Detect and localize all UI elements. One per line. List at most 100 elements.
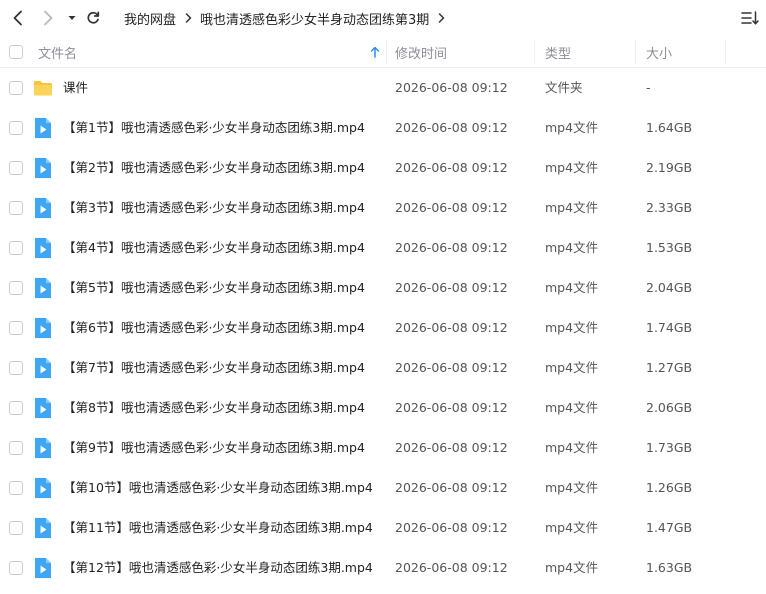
column-header-modified[interactable]: 修改时间: [395, 36, 447, 68]
list-mode-icon[interactable]: [740, 8, 760, 28]
file-modified: 2026-06-08 09:12: [395, 120, 508, 135]
row-checkbox[interactable]: [9, 281, 23, 295]
file-name[interactable]: 【第8节】哦也清透感色彩·少女半身动态团练3期.mp4: [63, 388, 365, 428]
chevron-right-icon: [185, 13, 192, 23]
file-row[interactable]: 【第3节】哦也清透感色彩·少女半身动态团练3期.mp4 2026-06-08 0…: [0, 188, 766, 228]
file-name[interactable]: 【第7节】哦也清透感色彩·少女半身动态团练3期.mp4: [63, 348, 365, 388]
row-checkbox[interactable]: [9, 441, 23, 455]
file-row[interactable]: 课件 2026-06-08 09:12 文件夹 -: [0, 68, 766, 108]
file-size: 1.27GB: [646, 360, 693, 375]
file-row[interactable]: 【第10节】哦也清透感色彩·少女半身动态团练3期.mp4 2026-06-08 …: [0, 468, 766, 508]
column-divider[interactable]: [635, 40, 636, 64]
sort-ascending-icon[interactable]: [370, 46, 380, 62]
file-row[interactable]: 【第12节】哦也清透感色彩·少女半身动态团练3期.mp4 2026-06-08 …: [0, 548, 766, 588]
file-type: mp4文件: [545, 560, 599, 575]
file-modified: 2026-06-08 09:12: [395, 240, 508, 255]
file-row[interactable]: 【第1节】哦也清透感色彩·少女半身动态团练3期.mp4 2026-06-08 0…: [0, 108, 766, 148]
file-type: mp4文件: [545, 480, 599, 495]
column-header-type[interactable]: 类型: [545, 36, 571, 68]
file-modified: 2026-06-08 09:12: [395, 80, 508, 95]
file-size: 1.63GB: [646, 560, 693, 575]
column-header-name[interactable]: 文件名: [38, 36, 384, 68]
file-name[interactable]: 【第2节】哦也清透感色彩·少女半身动态团练3期.mp4: [63, 148, 365, 188]
file-modified: 2026-06-08 09:12: [395, 280, 508, 295]
column-header-type-label: 类型: [545, 46, 572, 62]
file-name[interactable]: 【第10节】哦也清透感色彩·少女半身动态团练3期.mp4: [63, 468, 373, 508]
row-checkbox[interactable]: [9, 561, 23, 575]
file-row[interactable]: 【第11节】哦也清透感色彩·少女半身动态团练3期.mp4 2026-06-08 …: [0, 508, 766, 548]
column-divider[interactable]: [534, 40, 535, 64]
file-modified: 2026-06-08 09:12: [395, 520, 508, 535]
file-size: 1.47GB: [646, 520, 693, 535]
row-checkbox[interactable]: [9, 401, 23, 415]
file-name[interactable]: 【第9节】哦也清透感色彩·少女半身动态团练3期.mp4: [63, 428, 365, 468]
file-row[interactable]: 【第4节】哦也清透感色彩·少女半身动态团练3期.mp4 2026-06-08 0…: [0, 228, 766, 268]
row-checkbox[interactable]: [9, 241, 23, 255]
video-file-icon: [33, 157, 53, 179]
row-checkbox[interactable]: [9, 321, 23, 335]
refresh-icon[interactable]: [83, 8, 103, 28]
column-header-size-label: 大小: [646, 46, 673, 62]
file-list-header: 文件名 修改时间 类型 大小: [0, 36, 766, 68]
file-size: -: [646, 80, 651, 95]
file-name[interactable]: 【第6节】哦也清透感色彩·少女半身动态团练3期.mp4: [63, 308, 365, 348]
row-checkbox[interactable]: [9, 81, 23, 95]
row-checkbox[interactable]: [9, 161, 23, 175]
file-size: 2.19GB: [646, 160, 693, 175]
select-all-checkbox[interactable]: [9, 36, 23, 68]
video-file-icon: [33, 397, 53, 419]
file-row[interactable]: 【第2节】哦也清透感色彩·少女半身动态团练3期.mp4 2026-06-08 0…: [0, 148, 766, 188]
file-size: 2.04GB: [646, 280, 693, 295]
file-size: 1.26GB: [646, 480, 693, 495]
row-checkbox[interactable]: [9, 481, 23, 495]
breadcrumb: 我的网盘 哦也清透感色彩少女半身动态团练第3期: [124, 9, 453, 28]
row-checkbox[interactable]: [9, 121, 23, 135]
file-type: mp4文件: [545, 120, 599, 135]
forward-arrow-icon[interactable]: [38, 8, 58, 28]
file-type: mp4文件: [545, 360, 599, 375]
file-size: 1.53GB: [646, 240, 693, 255]
file-name[interactable]: 【第3节】哦也清透感色彩·少女半身动态团练3期.mp4: [63, 188, 365, 228]
chevron-down-icon[interactable]: [62, 8, 82, 28]
file-type: mp4文件: [545, 200, 599, 215]
top-navigation-bar: 我的网盘 哦也清透感色彩少女半身动态团练第3期: [0, 0, 766, 36]
file-type: mp4文件: [545, 320, 599, 335]
row-checkbox[interactable]: [9, 201, 23, 215]
video-file-icon: [33, 117, 53, 139]
file-row[interactable]: 【第7节】哦也清透感色彩·少女半身动态团练3期.mp4 2026-06-08 0…: [0, 348, 766, 388]
video-file-icon: [33, 277, 53, 299]
row-checkbox[interactable]: [9, 521, 23, 535]
column-header-size[interactable]: 大小: [646, 36, 672, 68]
back-arrow-icon[interactable]: [8, 8, 28, 28]
video-file-icon: [33, 197, 53, 219]
file-type: mp4文件: [545, 280, 599, 295]
file-modified: 2026-06-08 09:12: [395, 320, 508, 335]
file-type: mp4文件: [545, 240, 599, 255]
file-type: mp4文件: [545, 400, 599, 415]
file-size: 1.64GB: [646, 120, 693, 135]
file-modified: 2026-06-08 09:12: [395, 400, 508, 415]
video-file-icon: [33, 237, 53, 259]
file-row[interactable]: 【第9节】哦也清透感色彩·少女半身动态团练3期.mp4 2026-06-08 0…: [0, 428, 766, 468]
breadcrumb-root[interactable]: 我的网盘: [124, 9, 176, 28]
file-name[interactable]: 课件: [63, 68, 88, 108]
breadcrumb-current[interactable]: 哦也清透感色彩少女半身动态团练第3期: [200, 9, 429, 28]
video-file-icon: [33, 317, 53, 339]
file-name[interactable]: 【第1节】哦也清透感色彩·少女半身动态团练3期.mp4: [63, 108, 365, 148]
file-name[interactable]: 【第5节】哦也清透感色彩·少女半身动态团练3期.mp4: [63, 268, 365, 308]
video-file-icon: [33, 357, 53, 379]
file-name[interactable]: 【第11节】哦也清透感色彩·少女半身动态团练3期.mp4: [63, 508, 373, 548]
chevron-right-icon[interactable]: [438, 13, 445, 23]
file-row[interactable]: 【第6节】哦也清透感色彩·少女半身动态团练3期.mp4 2026-06-08 0…: [0, 308, 766, 348]
file-modified: 2026-06-08 09:12: [395, 200, 508, 215]
file-list: 课件 2026-06-08 09:12 文件夹 - 【第1节】哦也清透感色彩·少…: [0, 68, 766, 588]
column-divider[interactable]: [386, 40, 387, 64]
video-file-icon: [33, 477, 53, 499]
row-checkbox[interactable]: [9, 361, 23, 375]
file-row[interactable]: 【第5节】哦也清透感色彩·少女半身动态团练3期.mp4 2026-06-08 0…: [0, 268, 766, 308]
file-row[interactable]: 【第8节】哦也清透感色彩·少女半身动态团练3期.mp4 2026-06-08 0…: [0, 388, 766, 428]
column-divider[interactable]: [725, 40, 726, 64]
file-name[interactable]: 【第4节】哦也清透感色彩·少女半身动态团练3期.mp4: [63, 228, 365, 268]
file-name[interactable]: 【第12节】哦也清透感色彩·少女半身动态团练3期.mp4: [63, 548, 373, 588]
file-type: mp4文件: [545, 160, 599, 175]
